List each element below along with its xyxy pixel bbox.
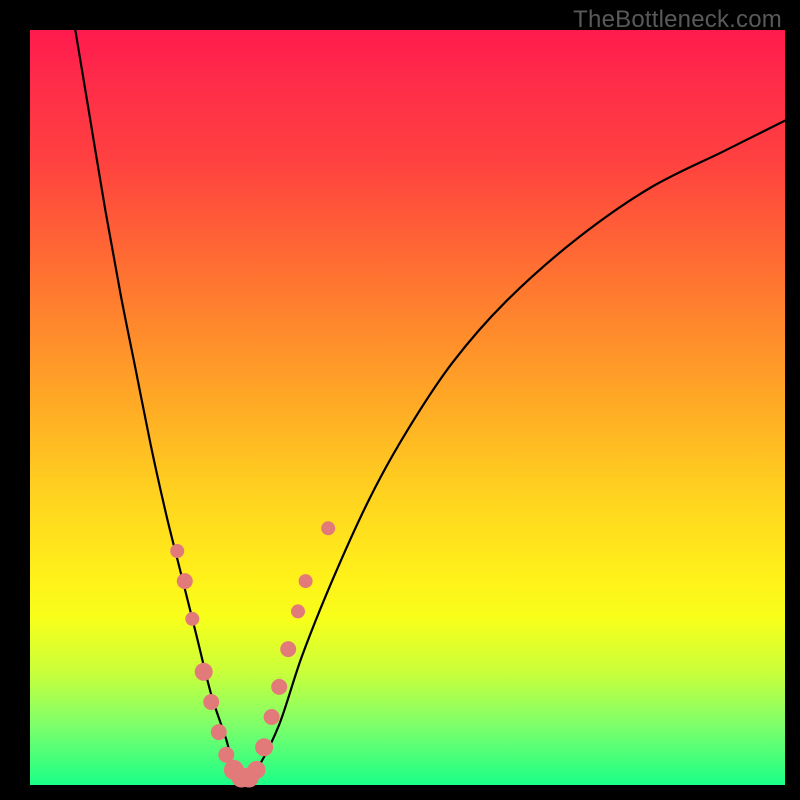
highlight-dots [170,521,335,787]
dot [255,738,273,756]
chart-frame: TheBottleneck.com [0,0,800,800]
dot [211,724,227,740]
plot-area [30,30,785,785]
dot [203,694,219,710]
dot [299,574,313,588]
dot [280,641,296,657]
curve-layer [30,30,785,785]
dot [195,663,213,681]
dot [248,761,266,779]
dot [271,679,287,695]
dot [264,709,280,725]
dot [177,573,193,589]
dot [185,612,199,626]
dot [321,521,335,535]
bottleneck-curve [75,30,785,785]
dot [170,544,184,558]
dot [291,604,305,618]
